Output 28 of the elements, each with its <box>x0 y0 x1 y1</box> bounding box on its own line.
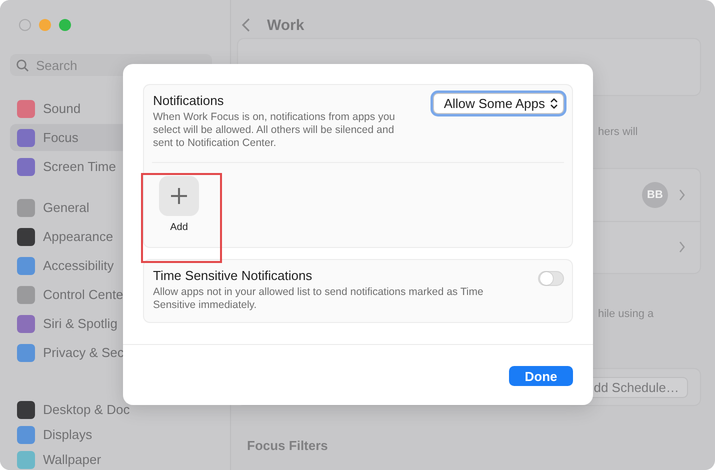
setting-title: Time Sensitive Notifications <box>153 268 314 283</box>
sidebar-item[interactable]: Wallpaper <box>10 448 230 470</box>
description-text: hile using a <box>598 308 654 320</box>
popup-button[interactable]: Allow Some Apps <box>432 93 564 114</box>
chevron-icon[interactable] <box>678 241 686 254</box>
section-title: Focus Filters <box>247 438 329 453</box>
chevron-icon[interactable] <box>678 188 686 201</box>
minimize-button[interactable] <box>39 19 51 31</box>
plus-icon <box>170 187 188 205</box>
sidebar-item[interactable]: Screen Time <box>10 153 230 180</box>
add-button[interactable] <box>159 176 199 216</box>
sidebar-item[interactable]: Desktop & Doc <box>10 398 230 421</box>
setting-title: Notifications <box>153 93 225 108</box>
sidebar-item[interactable]: Privacy & Sec <box>10 339 230 366</box>
back-chevron-icon[interactable] <box>241 17 251 33</box>
page-title: Work <box>267 16 304 34</box>
setting-description: Allow apps not in your allowed list to send notifications marked as Time Sensitive immediately. <box>153 286 484 312</box>
avatar: BB <box>642 182 668 208</box>
description-text: hers will <box>598 126 638 138</box>
zoom-button[interactable] <box>59 19 71 31</box>
sidebar-item[interactable]: Displays <box>10 423 230 446</box>
sidebar-item[interactable]: General <box>10 194 230 221</box>
sidebar-item[interactable]: Siri & Spotlig <box>10 310 230 337</box>
close-button[interactable] <box>19 19 31 31</box>
toggle-switch[interactable] <box>538 271 564 286</box>
up-down-chevron-icon <box>550 98 558 109</box>
add-label: Add <box>170 222 188 233</box>
done-button[interactable]: Done <box>509 366 573 386</box>
